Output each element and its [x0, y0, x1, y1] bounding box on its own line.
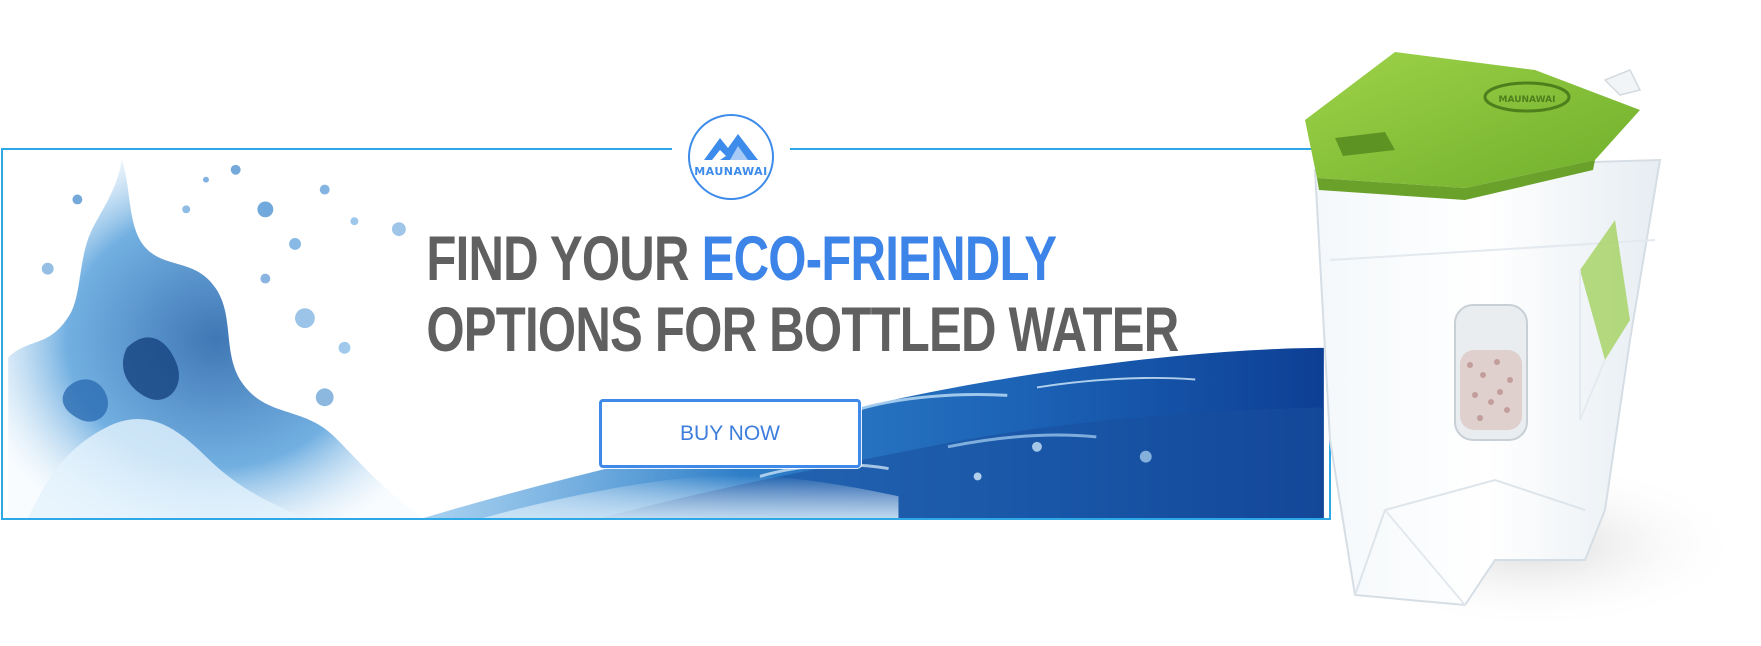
headline-accent: ECO-FRIENDLY [701, 224, 1057, 294]
lid-logo-text: MAUNAWAI [1499, 95, 1556, 105]
headline-line-2: OPTIONS FOR BOTTLED WATER [426, 295, 1179, 365]
mountain-logo-icon [704, 134, 758, 160]
logo-text: MAUNAWAI [694, 165, 768, 178]
headline-line-1: FIND YOUR ECO-FRIENDLY [426, 228, 1057, 291]
headline-line-1-text: FIND YOUR [426, 224, 702, 294]
brand-logo: MAUNAWAI [688, 114, 774, 200]
headline: FIND YOUR ECO-FRIENDLY OPTIONS FOR BOTTL… [340, 228, 1179, 365]
buy-now-label: BUY NOW [680, 421, 780, 445]
buy-now-button[interactable]: BUY NOW [599, 399, 861, 468]
water-filter-pitcher-image: MAUNAWAI [1305, 52, 1745, 630]
